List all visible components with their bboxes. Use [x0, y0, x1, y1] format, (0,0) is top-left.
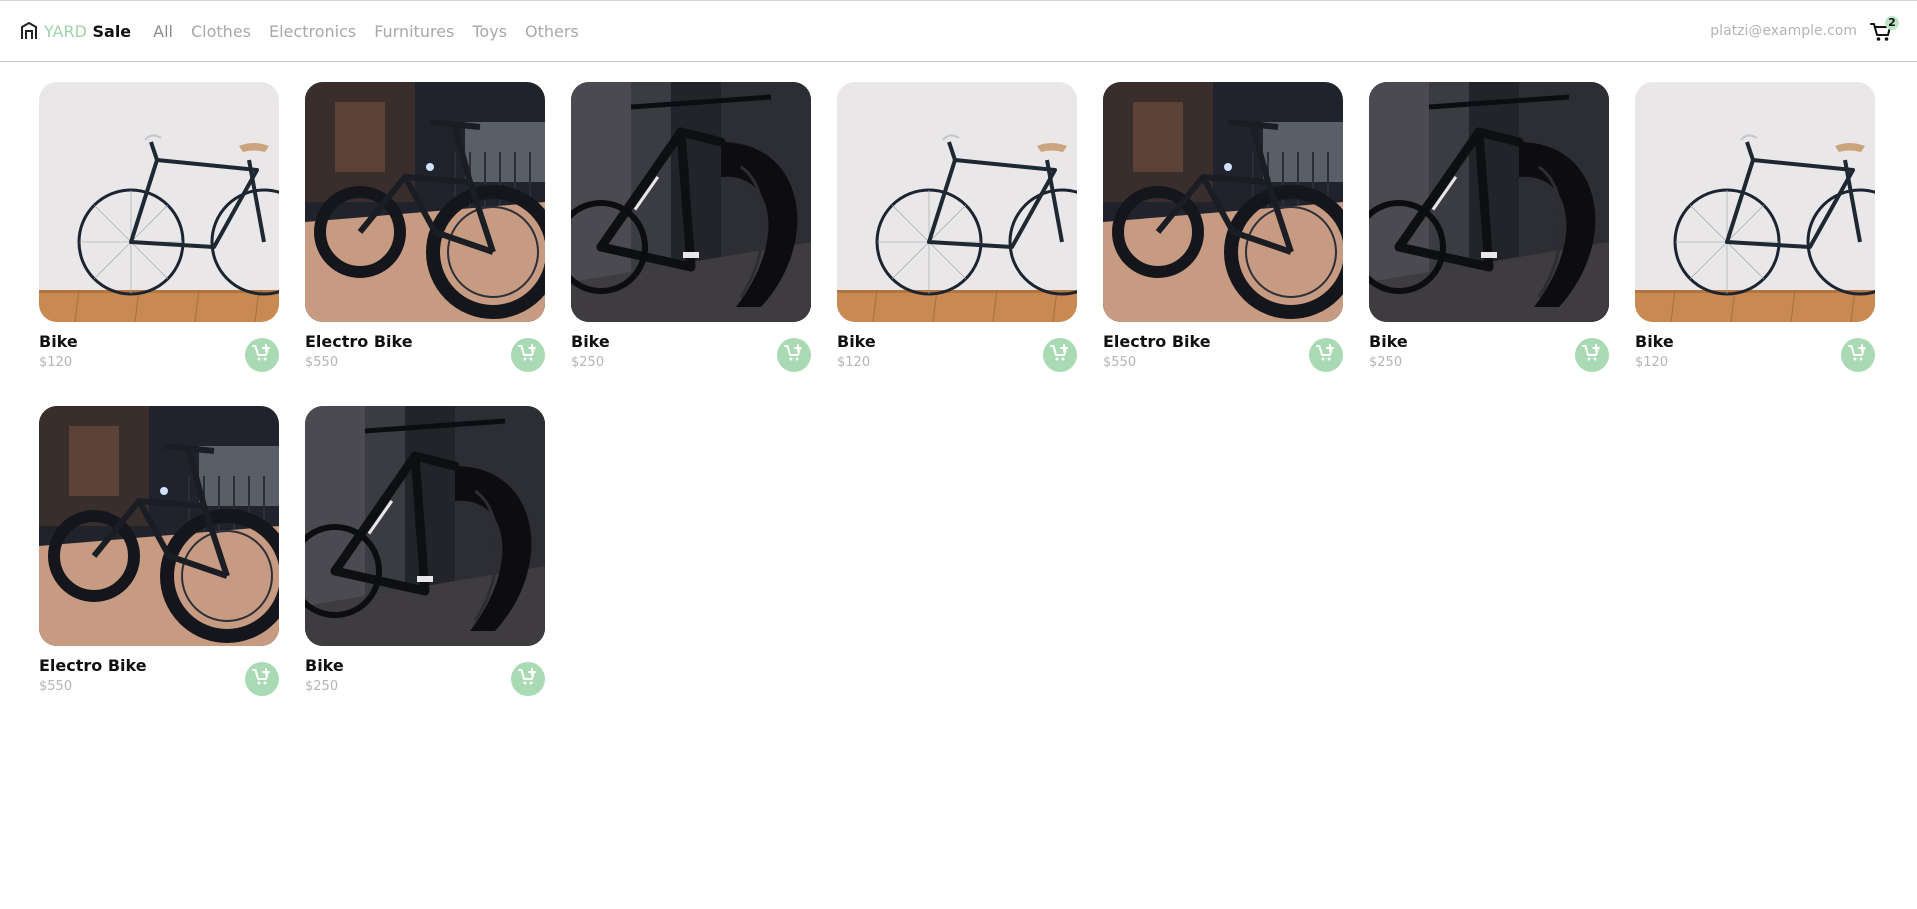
product-price: $120: [39, 355, 73, 370]
product-title: Bike: [1635, 332, 1674, 351]
shop-storefront-icon: [20, 22, 38, 40]
fat-tire-electric-bike-image: [305, 82, 545, 322]
product-grid: Bike $120 Electro Bike $550 Bike $250 Bi…: [39, 82, 1875, 702]
product-image[interactable]: [1635, 82, 1875, 322]
product-price: $250: [571, 355, 605, 370]
product-title: Bike: [837, 332, 876, 351]
product-info: Bike $120: [837, 322, 1077, 378]
nav-link-furnitures[interactable]: Furnitures: [374, 22, 454, 41]
product-card: Bike $250: [1369, 82, 1609, 378]
product-title: Bike: [571, 332, 610, 351]
white-wall-city-bike-image: [837, 82, 1077, 322]
product-price: $250: [1369, 355, 1403, 370]
product-price: $120: [1635, 355, 1669, 370]
product-title: Electro Bike: [1103, 332, 1211, 351]
nav-link-clothes[interactable]: Clothes: [191, 22, 251, 41]
category-nav: All Clothes Electronics Furnitures Toys …: [153, 22, 579, 41]
brand-name-main: Sale: [92, 21, 132, 41]
add-to-cart-icon: [252, 668, 272, 690]
product-image[interactable]: [1103, 82, 1343, 322]
add-to-cart-icon: [1316, 344, 1336, 366]
product-title: Bike: [305, 656, 344, 675]
add-to-cart-button[interactable]: [511, 338, 545, 372]
fat-tire-electric-bike-image: [39, 406, 279, 646]
fat-tire-electric-bike-image: [1103, 82, 1343, 322]
add-to-cart-button[interactable]: [511, 662, 545, 696]
product-card: Bike $250: [571, 82, 811, 378]
product-info: Electro Bike $550: [39, 646, 279, 702]
product-title: Electro Bike: [305, 332, 413, 351]
add-to-cart-button[interactable]: [1309, 338, 1343, 372]
product-card: Bike $250: [305, 406, 545, 702]
nav-link-all[interactable]: All: [153, 22, 173, 41]
product-title: Bike: [1369, 332, 1408, 351]
add-to-cart-icon: [1582, 344, 1602, 366]
add-to-cart-icon: [784, 344, 804, 366]
white-wall-city-bike-image: [39, 82, 279, 322]
product-image[interactable]: [305, 82, 545, 322]
user-email[interactable]: platzi@example.com: [1710, 23, 1857, 39]
product-info: Electro Bike $550: [305, 322, 545, 378]
product-card: Bike $120: [39, 82, 279, 378]
brand-name: YARD Sale: [44, 22, 131, 41]
add-to-cart-icon: [518, 668, 538, 690]
black-carbon-bike-image: [1369, 82, 1609, 322]
product-info: Bike $250: [305, 646, 545, 702]
product-image[interactable]: [39, 406, 279, 646]
add-to-cart-button[interactable]: [1575, 338, 1609, 372]
product-info: Bike $120: [39, 322, 279, 378]
product-info: Electro Bike $550: [1103, 322, 1343, 378]
add-to-cart-button[interactable]: [245, 662, 279, 696]
add-to-cart-icon: [1050, 344, 1070, 366]
add-to-cart-button[interactable]: [245, 338, 279, 372]
product-price: $250: [305, 679, 339, 694]
add-to-cart-button[interactable]: [777, 338, 811, 372]
add-to-cart-icon: [518, 344, 538, 366]
product-card: Bike $120: [837, 82, 1077, 378]
brand-logo[interactable]: YARD Sale: [20, 22, 131, 41]
black-carbon-bike-image: [571, 82, 811, 322]
navbar: YARD Sale All Clothes Electronics Furnit…: [0, 0, 1917, 62]
product-title: Electro Bike: [39, 656, 147, 675]
product-title: Bike: [39, 332, 78, 351]
product-image[interactable]: [1369, 82, 1609, 322]
cart-button[interactable]: 2: [1869, 16, 1899, 45]
product-price: $550: [39, 679, 73, 694]
add-to-cart-icon: [1848, 344, 1868, 366]
product-card: Electro Bike $550: [1103, 82, 1343, 378]
nav-right: platzi@example.com 2: [1710, 16, 1899, 45]
product-image[interactable]: [305, 406, 545, 646]
product-card: Electro Bike $550: [305, 82, 545, 378]
brand-name-accent: YARD: [44, 21, 87, 41]
add-to-cart-button[interactable]: [1043, 338, 1077, 372]
product-price: $550: [1103, 355, 1137, 370]
nav-link-electronics[interactable]: Electronics: [269, 22, 356, 41]
cart-count-badge: 2: [1885, 16, 1899, 30]
black-carbon-bike-image: [305, 406, 545, 646]
product-image[interactable]: [39, 82, 279, 322]
white-wall-city-bike-image: [1635, 82, 1875, 322]
product-price: $550: [305, 355, 339, 370]
add-to-cart-icon: [252, 344, 272, 366]
product-image[interactable]: [837, 82, 1077, 322]
nav-link-others[interactable]: Others: [525, 22, 579, 41]
product-card: Electro Bike $550: [39, 406, 279, 702]
nav-link-toys[interactable]: Toys: [472, 22, 507, 41]
product-card: Bike $120: [1635, 82, 1875, 378]
product-info: Bike $250: [571, 322, 811, 378]
product-info: Bike $250: [1369, 322, 1609, 378]
product-image[interactable]: [571, 82, 811, 322]
add-to-cart-button[interactable]: [1841, 338, 1875, 372]
product-price: $120: [837, 355, 871, 370]
product-info: Bike $120: [1635, 322, 1875, 378]
